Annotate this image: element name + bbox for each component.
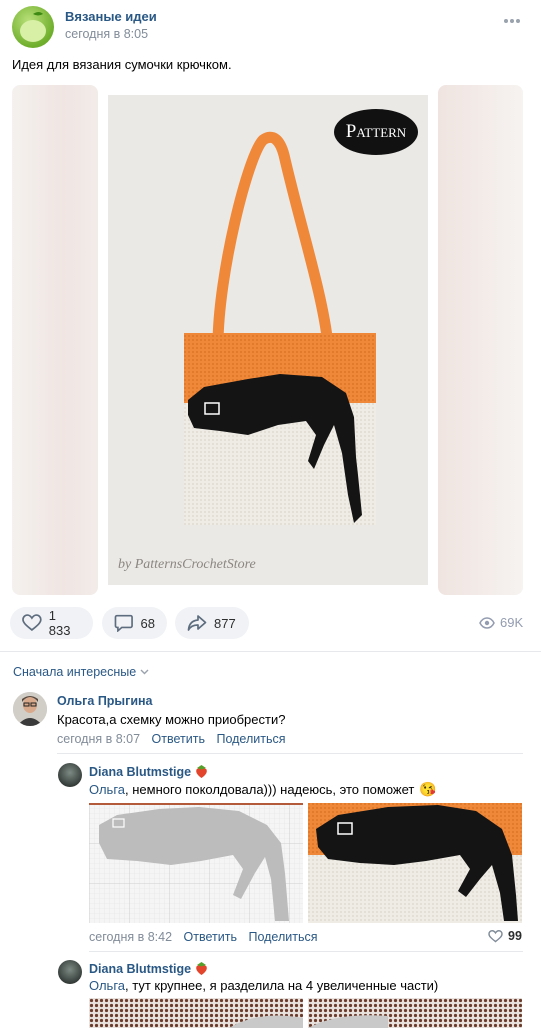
- reply-author[interactable]: Diana Blutmstige: [89, 962, 191, 976]
- image-blur-left: [12, 85, 98, 595]
- apple-icon: [20, 12, 46, 42]
- reply-meta: сегодня в 8:42 Ответить Поделиться: [89, 930, 317, 944]
- reply-time[interactable]: сегодня в 8:42: [89, 930, 172, 944]
- reply-text: , тут крупнее, я разделила на 4 увеличен…: [125, 978, 439, 993]
- comment-icon: [114, 614, 133, 632]
- post-time[interactable]: сегодня в 8:05: [65, 27, 148, 41]
- reply-text: , немного поколдовала))) надеюсь, это по…: [125, 782, 415, 797]
- reply-author-row: Diana Blutmstige: [89, 764, 209, 779]
- attachment-chart-image[interactable]: [308, 998, 522, 1028]
- like-count: 1 833: [48, 608, 71, 638]
- group-name[interactable]: Вязаные идеи: [65, 9, 157, 24]
- post-text: Идея для вязания сумочки крючком.: [12, 57, 232, 72]
- attachment-photo[interactable]: [308, 803, 522, 923]
- image-blur-right: [438, 85, 523, 595]
- comment-author[interactable]: Ольга Прыгина: [57, 694, 153, 708]
- strawberry-icon: [196, 962, 207, 975]
- reply-mention[interactable]: Ольга: [89, 782, 125, 797]
- comments-sort[interactable]: Сначала интересные: [13, 665, 149, 679]
- comment-time[interactable]: сегодня в 8:07: [57, 732, 140, 746]
- group-avatar[interactable]: [12, 6, 54, 48]
- reply-author[interactable]: Diana Blutmstige: [89, 765, 191, 779]
- reply-avatar[interactable]: [58, 960, 82, 984]
- comment-text: Красота,а схемку можно приобрести?: [57, 712, 286, 727]
- heart-icon: [488, 929, 503, 942]
- divider: [57, 753, 523, 754]
- share-comment-button[interactable]: Поделиться: [216, 732, 285, 746]
- share-button[interactable]: 877: [175, 607, 249, 639]
- post-photo[interactable]: Pattern by PatternsCrochetStore: [108, 95, 428, 585]
- reply-author-row: Diana Blutmstige: [89, 961, 209, 976]
- reply-mention[interactable]: Ольга: [89, 978, 125, 993]
- kiss-emoji: 😘: [419, 781, 437, 797]
- share-count: 877: [214, 615, 236, 631]
- like-button[interactable]: 1 833: [10, 607, 93, 639]
- chevron-down-icon: [140, 669, 149, 675]
- comment-button[interactable]: 68: [102, 607, 167, 639]
- photo-watermark: by PatternsCrochetStore: [118, 557, 256, 572]
- share-comment-button[interactable]: Поделиться: [248, 930, 317, 944]
- heart-icon: [22, 614, 42, 632]
- attachment-chart-image[interactable]: [89, 998, 303, 1028]
- reply-like-count: 99: [508, 929, 522, 943]
- view-count: 69K: [500, 615, 524, 630]
- reply-text-line: Ольга, тут крупнее, я разделила на 4 уве…: [89, 978, 438, 993]
- reply-button[interactable]: Ответить: [152, 732, 205, 746]
- commenter-avatar[interactable]: [13, 692, 47, 726]
- divider: [0, 651, 541, 652]
- comment-meta: сегодня в 8:07 Ответить Поделиться: [57, 732, 285, 746]
- reply-like-button[interactable]: 99: [488, 929, 522, 943]
- reply-avatar[interactable]: [58, 763, 82, 787]
- pattern-badge: Pattern: [334, 109, 418, 155]
- strawberry-icon: [196, 765, 207, 778]
- divider: [89, 951, 523, 952]
- share-icon: [187, 615, 207, 631]
- reply-text-line: Ольга , немного поколдовала))) надеюсь, …: [89, 781, 437, 798]
- comment-count: 68: [140, 615, 155, 631]
- views: 69K: [479, 615, 523, 630]
- attachment-chart-image[interactable]: [89, 803, 303, 923]
- reply-button[interactable]: Ответить: [184, 930, 237, 944]
- eye-icon: [479, 616, 495, 629]
- comments-sort-label: Сначала интересные: [13, 665, 137, 679]
- more-icon[interactable]: [503, 18, 521, 24]
